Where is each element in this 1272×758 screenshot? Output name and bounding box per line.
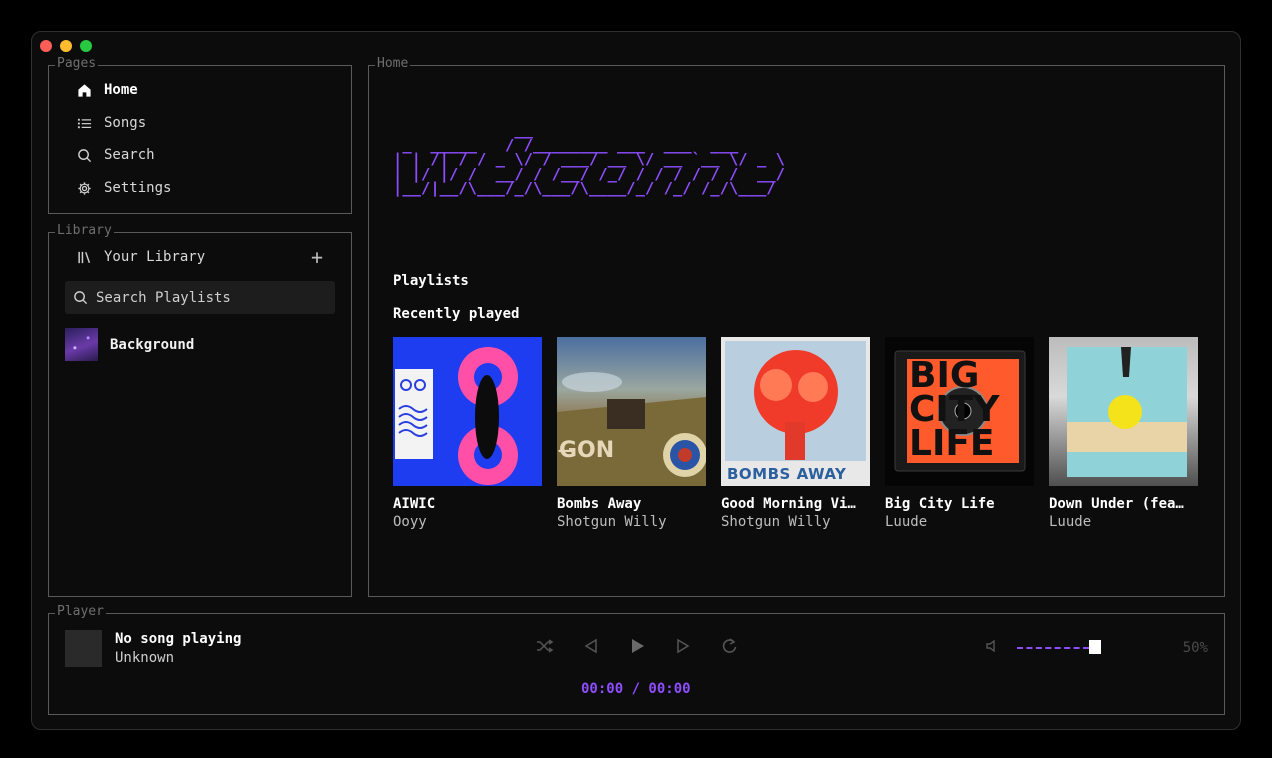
album-card-good-morning[interactable]: BOMBS AWAY Good Morning Vi… Shotgun Will… — [721, 337, 870, 530]
album-artist: Ooyy — [393, 514, 427, 530]
library-panel: Library Your Library + Background — [48, 223, 352, 597]
playlist-thumbnail — [65, 328, 98, 361]
album-card-big-city-life[interactable]: BIG CITY LIFE Big City Life Luude — [885, 337, 1034, 530]
volume-percent: 50% — [1182, 640, 1208, 656]
volume-slider[interactable] — [1017, 638, 1101, 654]
pages-panel: Pages Home Songs Search Settings — [48, 56, 352, 214]
nav-item-search[interactable]: Search — [77, 147, 155, 163]
shuffle-icon[interactable] — [535, 636, 555, 656]
album-cover: G̶ON — [557, 337, 706, 486]
recently-played-list: AIWIC Ooyy G̶ON Bombs Away Shotgun Willy… — [393, 337, 1198, 530]
search-icon — [78, 148, 92, 162]
gear-icon — [78, 181, 91, 195]
nav-item-label: Songs — [104, 115, 147, 131]
playlist-name: Background — [110, 336, 195, 353]
playlists-heading: Playlists — [393, 273, 469, 289]
album-cover: BOMBS AWAY — [721, 337, 870, 486]
welcome-banner: __ _ _____ / /________ ___ ___ ___ | | /… — [393, 121, 785, 197]
volume-track — [1017, 647, 1089, 649]
window-controls — [40, 40, 92, 52]
library-icon — [78, 251, 91, 263]
playlist-search-input[interactable] — [96, 289, 316, 306]
nav-item-label: Search — [104, 147, 155, 163]
album-title: AIWIC — [393, 496, 436, 512]
your-library-label: Your Library — [104, 249, 206, 265]
repeat-icon[interactable] — [719, 636, 739, 656]
nav-item-songs[interactable]: Songs — [77, 115, 146, 131]
album-title: Down Under (fea… — [1049, 496, 1184, 512]
library-panel-title: Library — [55, 223, 114, 239]
album-cover — [1049, 337, 1198, 486]
home-panel-title: Home — [375, 56, 411, 72]
your-library-header[interactable]: Your Library — [77, 249, 205, 265]
app-window: Pages Home Songs Search Settings Library… — [31, 31, 1241, 730]
album-card-down-under[interactable]: Down Under (fea… Luude — [1049, 337, 1198, 530]
album-cover — [393, 337, 542, 486]
volume-icon[interactable] — [985, 638, 1001, 654]
playback-time: 00:00 / 00:00 — [581, 681, 691, 697]
recently-played-heading: Recently played — [393, 306, 520, 322]
album-card-bombs-away[interactable]: G̶ON Bombs Away Shotgun Willy — [557, 337, 706, 530]
play-icon[interactable] — [627, 636, 647, 656]
playlist-search-box[interactable] — [65, 281, 335, 314]
nav-item-label: Home — [104, 82, 138, 98]
album-artist: Luude — [1049, 514, 1092, 530]
search-icon — [74, 291, 88, 305]
album-artist: Shotgun Willy — [721, 514, 831, 530]
album-artist: Shotgun Willy — [557, 514, 667, 530]
home-panel: Home __ _ _____ / /________ ___ ___ ___ … — [368, 56, 1225, 597]
album-title: Big City Life — [885, 496, 995, 512]
next-icon[interactable] — [673, 636, 693, 656]
player-panel-title: Player — [55, 604, 106, 620]
nav-item-label: Settings — [104, 180, 172, 196]
nav-item-settings[interactable]: Settings — [77, 180, 171, 196]
maximize-window-button[interactable] — [80, 40, 92, 52]
now-playing-artwork — [65, 630, 102, 667]
album-title: Bombs Away — [557, 496, 642, 512]
list-icon — [77, 118, 92, 128]
svg-text:G̶ON: G̶ON — [558, 438, 614, 463]
add-playlist-button[interactable]: + — [311, 247, 323, 267]
cover-lettering: BOMBS AWAY — [727, 465, 847, 483]
album-title: Good Morning Vi… — [721, 496, 856, 512]
home-icon — [78, 83, 91, 97]
pages-panel-title: Pages — [55, 56, 99, 72]
now-playing-artist: Unknown — [115, 650, 175, 666]
playlist-item[interactable]: Background — [65, 328, 194, 361]
now-playing-title: No song playing — [115, 631, 242, 647]
minimize-window-button[interactable] — [60, 40, 72, 52]
previous-icon[interactable] — [581, 636, 601, 656]
nav-item-home[interactable]: Home — [77, 82, 138, 98]
album-artist: Luude — [885, 514, 928, 530]
player-panel: Player No song playing Unknown 00:00 / 0… — [48, 604, 1225, 715]
volume-handle[interactable] — [1089, 640, 1101, 654]
close-window-button[interactable] — [40, 40, 52, 52]
playback-controls — [535, 636, 739, 656]
cover-lettering: BIG CITY LIFE — [909, 355, 1000, 464]
album-cover: BIG CITY LIFE — [885, 337, 1034, 486]
album-card-aiwic[interactable]: AIWIC Ooyy — [393, 337, 542, 530]
